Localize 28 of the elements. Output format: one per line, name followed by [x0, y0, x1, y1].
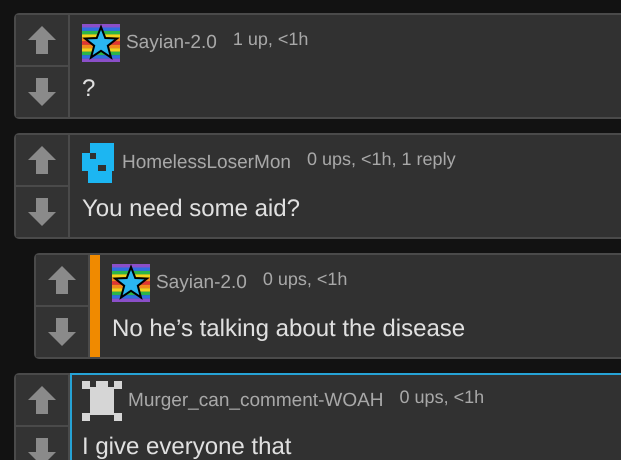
downvote-arrow-icon	[27, 77, 57, 107]
upvote-arrow-icon	[27, 25, 57, 55]
username-link[interactable]: Sayian-2.0	[156, 272, 247, 294]
comment-text: I give everyone that	[82, 432, 292, 460]
comment-meta: 0 ups, <1h, 1 reply	[306, 148, 456, 170]
downvote-arrow-icon	[27, 197, 57, 227]
comment-meta: 1 up, <1h	[232, 28, 308, 50]
username-link[interactable]: Murger_can_comment-WOAH	[128, 390, 384, 412]
downvote-arrow-icon	[27, 437, 57, 460]
pixel-avatar-icon	[82, 143, 116, 183]
rainbow-star-icon	[82, 24, 120, 62]
upvote-arrow-icon	[47, 265, 77, 295]
upvote-button[interactable]	[16, 15, 68, 67]
upvote-button[interactable]	[16, 135, 68, 187]
upvote-arrow-icon	[27, 145, 57, 175]
upvote-button[interactable]	[16, 375, 68, 427]
username-link[interactable]: Sayian-2.0	[126, 32, 217, 54]
comment-text: You need some aid?	[82, 194, 301, 223]
comment-text: No he’s talking about the disease	[112, 314, 466, 343]
upvote-arrow-icon	[27, 385, 57, 415]
pixel-avatar-icon	[82, 381, 122, 421]
rainbow-star-icon	[112, 264, 150, 302]
comment-meta: 0 ups, <1h	[262, 268, 348, 290]
upvote-button[interactable]	[36, 255, 88, 307]
downvote-arrow-icon	[47, 317, 77, 347]
comment-meta: 0 ups, <1h	[400, 386, 484, 408]
username-link[interactable]: HomelessLoserMon	[122, 152, 291, 174]
comment-text: ?	[82, 74, 96, 103]
